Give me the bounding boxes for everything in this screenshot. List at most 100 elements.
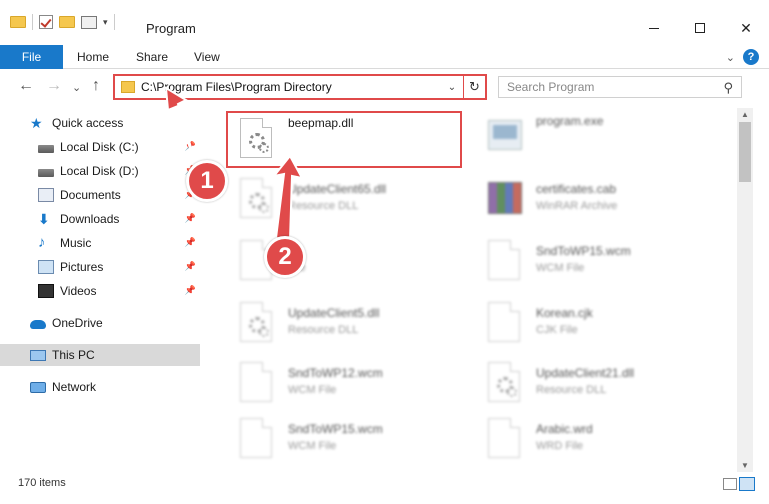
- window-title: Program: [146, 21, 196, 36]
- file-name: UpdateClient65.dll: [288, 182, 387, 196]
- file-item-program-exe[interactable]: program.exe: [476, 108, 716, 166]
- close-button[interactable]: ✕: [723, 14, 769, 42]
- generic-file-icon: [486, 300, 522, 344]
- folder-icon[interactable]: [10, 16, 26, 28]
- forward-arrow-icon[interactable]: →: [46, 77, 62, 95]
- dll-icon: [238, 300, 274, 344]
- exe-icon: [486, 114, 522, 158]
- file-name: Korean.cjk: [536, 306, 593, 320]
- minimize-button[interactable]: [631, 14, 677, 42]
- ribbon-tabs: File Home Share View ⌄ ?: [0, 45, 769, 69]
- file-name: SndToWP15.wcm: [288, 422, 383, 436]
- callout-badge-1: 1: [186, 160, 228, 202]
- file-item[interactable]: Korean.cjk CJK File: [476, 294, 716, 352]
- onedrive-icon: [30, 320, 46, 329]
- maximize-button[interactable]: [677, 14, 723, 42]
- search-placeholder: Search Program: [507, 80, 595, 94]
- new-folder-icon[interactable]: [59, 16, 75, 28]
- file-item[interactable]: SndToWP15.wcm WCM File: [228, 410, 468, 468]
- search-input[interactable]: Search Program ⚲: [498, 76, 742, 98]
- tab-home[interactable]: Home: [77, 50, 109, 64]
- sidebar-item-downloads[interactable]: ⬇ Downloads 📌: [38, 208, 200, 230]
- close-icon: ✕: [740, 19, 752, 36]
- sidebar-item-local-disk-d[interactable]: Local Disk (D:) 📌: [38, 160, 200, 182]
- file-item[interactable]: UpdateClient5.dll Resource DLL: [228, 294, 468, 352]
- customize-view-icon[interactable]: [81, 15, 97, 29]
- file-name: Arabic.wrd: [536, 422, 593, 436]
- music-icon: ♪: [38, 234, 46, 251]
- pin-icon: 📌: [184, 261, 196, 271]
- file-name: SndToWP12.wcm: [288, 366, 383, 380]
- divider: [32, 14, 33, 30]
- chevron-down-icon[interactable]: ▾: [103, 17, 108, 28]
- dll-icon: [238, 176, 274, 220]
- tiles-view-icon[interactable]: [739, 477, 755, 491]
- sidebar-item-label: This PC: [52, 348, 95, 362]
- recent-locations-icon[interactable]: ⌄: [72, 81, 81, 94]
- documents-icon: [38, 188, 54, 202]
- refresh-icon[interactable]: ↻: [463, 76, 485, 98]
- up-arrow-icon[interactable]: ↑: [92, 77, 100, 95]
- back-arrow-icon[interactable]: ←: [18, 77, 34, 95]
- pin-icon: 📌: [184, 285, 196, 295]
- sidebar-item-label: Quick access: [52, 116, 124, 130]
- expand-ribbon-icon[interactable]: ⌄: [726, 51, 735, 64]
- scroll-up-icon[interactable]: ▲: [741, 110, 749, 119]
- pin-icon: 📌: [184, 237, 196, 247]
- downloads-icon: ⬇: [38, 211, 50, 227]
- sidebar-item-local-disk-c[interactable]: Local Disk (C:) 📌: [38, 136, 200, 158]
- file-item[interactable]: SndToWP15.wcm WCM File: [476, 232, 716, 290]
- file-item[interactable]: UpdateClient65.dll Resource DLL: [228, 170, 468, 228]
- quick-access-toolbar: ▾: [10, 14, 115, 30]
- details-view-icon[interactable]: [723, 478, 737, 490]
- sidebar-item-music[interactable]: ♪ Music 📌: [38, 232, 200, 254]
- scroll-down-icon[interactable]: ▼: [741, 461, 749, 470]
- vertical-scrollbar[interactable]: ▲ ▼: [737, 108, 753, 472]
- sidebar-item-label: Music: [60, 236, 92, 250]
- star-icon: ★: [30, 115, 43, 131]
- sidebar-item-label: Pictures: [60, 260, 104, 274]
- sidebar-item-network[interactable]: Network: [30, 376, 200, 398]
- help-icon[interactable]: ?: [743, 49, 759, 65]
- file-type: Resource DLL: [288, 200, 359, 212]
- status-bar: 170 items: [0, 472, 769, 496]
- folder-icon: [121, 81, 135, 93]
- drive-icon: [38, 168, 54, 177]
- sidebar-item-this-pc[interactable]: This PC: [0, 344, 200, 366]
- file-type: WCM File: [288, 440, 337, 452]
- address-path[interactable]: C:\Program Files\Program Directory: [141, 80, 441, 94]
- navigation-pane: ★ Quick access Local Disk (C:) 📌 Local D…: [0, 108, 210, 468]
- file-type: Resource DLL: [288, 324, 359, 336]
- search-icon[interactable]: ⚲: [723, 80, 733, 96]
- sidebar-item-onedrive[interactable]: OneDrive: [30, 312, 200, 334]
- file-name: program.exe: [536, 114, 604, 128]
- file-item[interactable]: SndToWP12.wcm WCM File: [228, 354, 468, 412]
- this-pc-icon: [30, 349, 46, 361]
- tab-share[interactable]: Share: [136, 50, 168, 64]
- file-name: UpdateClient21.dll: [536, 366, 635, 380]
- divider: [113, 14, 115, 30]
- sidebar-item-documents[interactable]: Documents 📌: [38, 184, 200, 206]
- highlight-box: [226, 111, 462, 168]
- callout-badge-2: 2: [264, 236, 306, 278]
- generic-file-icon: [486, 416, 522, 460]
- file-name: UpdateClient5.dll: [288, 306, 380, 320]
- sidebar-item-quick-access[interactable]: ★ Quick access: [30, 112, 230, 134]
- file-type: CJK File: [536, 324, 578, 336]
- file-type: WinRAR Archive: [536, 200, 618, 212]
- sidebar-item-videos[interactable]: Videos 📌: [38, 280, 200, 302]
- scroll-thumb[interactable]: [739, 122, 751, 182]
- file-item[interactable]: Arabic.wrd WRD File: [476, 410, 716, 468]
- generic-file-icon: [238, 360, 274, 404]
- file-item[interactable]: certificates.cab WinRAR Archive: [476, 170, 716, 228]
- address-bar[interactable]: C:\Program Files\Program Directory ⌄ ↻: [113, 74, 487, 100]
- properties-check-icon[interactable]: [39, 15, 53, 29]
- sidebar-item-label: Local Disk (D:): [60, 164, 139, 178]
- sidebar-item-pictures[interactable]: Pictures 📌: [38, 256, 200, 278]
- tab-file[interactable]: File: [0, 45, 63, 69]
- tab-view[interactable]: View: [194, 50, 220, 64]
- sidebar-item-label: Documents: [60, 188, 121, 202]
- chevron-down-icon[interactable]: ⌄: [441, 76, 463, 98]
- generic-file-icon: [238, 416, 274, 460]
- file-item[interactable]: UpdateClient21.dll Resource DLL: [476, 354, 716, 412]
